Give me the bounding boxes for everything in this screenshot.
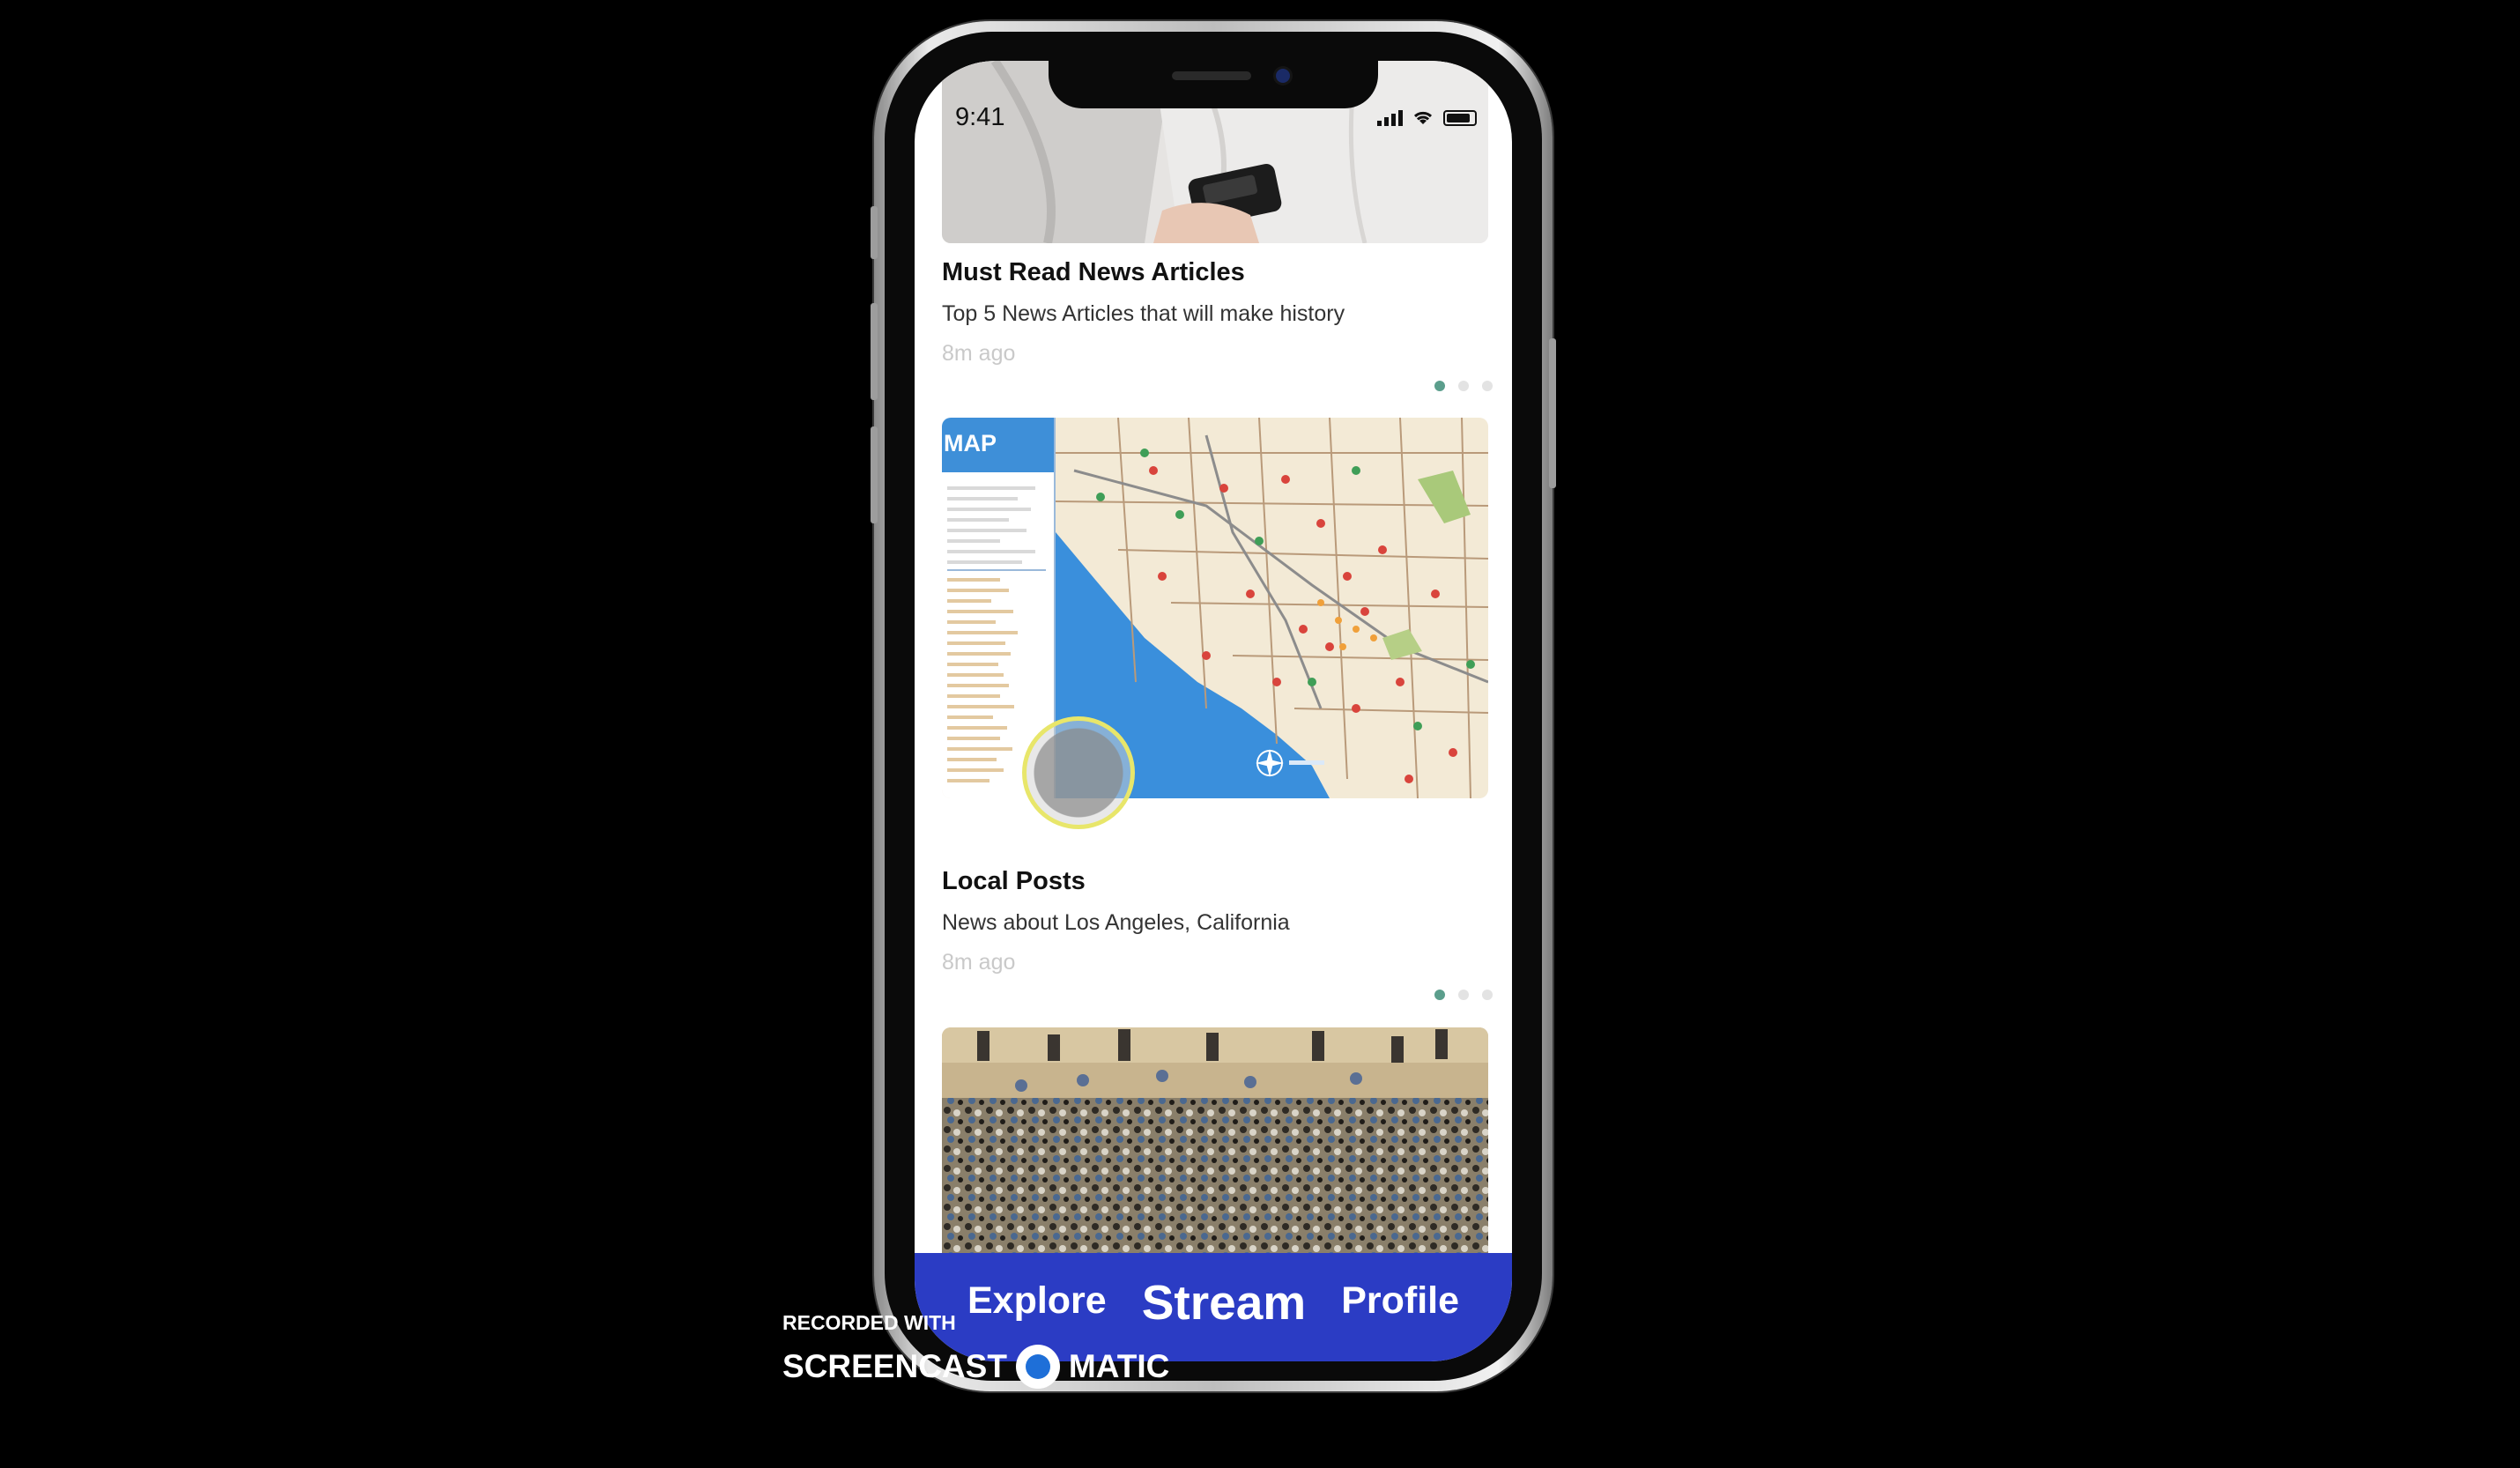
- carousel-dot[interactable]: [1458, 381, 1469, 391]
- tab-profile[interactable]: Profile: [1341, 1279, 1459, 1323]
- phone-screen: 9:41 Must Read News Articles Top 5 News …: [915, 61, 1512, 1361]
- carousel-dot[interactable]: [1482, 990, 1493, 1000]
- carousel-dot[interactable]: [1458, 990, 1469, 1000]
- card-timestamp: 8m ago: [942, 950, 1016, 975]
- signal-icon: [1377, 110, 1403, 126]
- touch-indicator: [1022, 716, 1135, 829]
- article-image-crowd[interactable]: [942, 1027, 1488, 1265]
- carousel-dot-active[interactable]: [1434, 990, 1445, 1000]
- card-subtitle: News about Los Angeles, California: [942, 910, 1290, 935]
- tab-explore[interactable]: Explore: [967, 1279, 1107, 1323]
- tab-stream[interactable]: Stream: [1142, 1274, 1306, 1331]
- map-legend-title: MAP: [944, 430, 997, 456]
- carousel-dot-active[interactable]: [1434, 381, 1445, 391]
- battery-icon: [1443, 110, 1477, 126]
- watermark-recorded-with: RECORDED WITH: [782, 1311, 956, 1334]
- card-title[interactable]: Must Read News Articles: [942, 258, 1245, 287]
- power-button: [1549, 338, 1556, 488]
- news-feed[interactable]: Must Read News Articles Top 5 News Artic…: [915, 61, 1512, 1361]
- carousel-dot[interactable]: [1482, 381, 1493, 391]
- card-timestamp: 8m ago: [942, 341, 1016, 366]
- carousel-dots: [1434, 990, 1493, 1000]
- article-image-map[interactable]: MAP: [942, 418, 1488, 798]
- watermark-left: SCREENCAST: [782, 1348, 1007, 1384]
- phone-frame: 9:41 Must Read News Articles Top 5 News …: [871, 21, 1556, 1391]
- card-title[interactable]: Local Posts: [942, 867, 1086, 896]
- mute-switch: [871, 206, 878, 259]
- speaker-grille: [1172, 71, 1251, 80]
- wifi-icon: [1413, 111, 1433, 124]
- screencast-logo-icon: [1015, 1345, 1060, 1389]
- notch: [1049, 61, 1378, 108]
- crowd-photo: [942, 1027, 1488, 1265]
- status-time: 9:41: [955, 103, 1005, 131]
- carousel-dots: [1434, 381, 1493, 391]
- los-angeles-map-image: [942, 418, 1488, 798]
- watermark-right: MATIC: [1068, 1348, 1170, 1384]
- screencast-watermark: SCREENCAST MATIC: [782, 1345, 1169, 1389]
- volume-down-button: [871, 426, 878, 523]
- card-subtitle: Top 5 News Articles that will make histo…: [942, 301, 1345, 326]
- status-icons: [1377, 108, 1477, 126]
- volume-up-button: [871, 303, 878, 400]
- front-camera: [1276, 69, 1290, 83]
